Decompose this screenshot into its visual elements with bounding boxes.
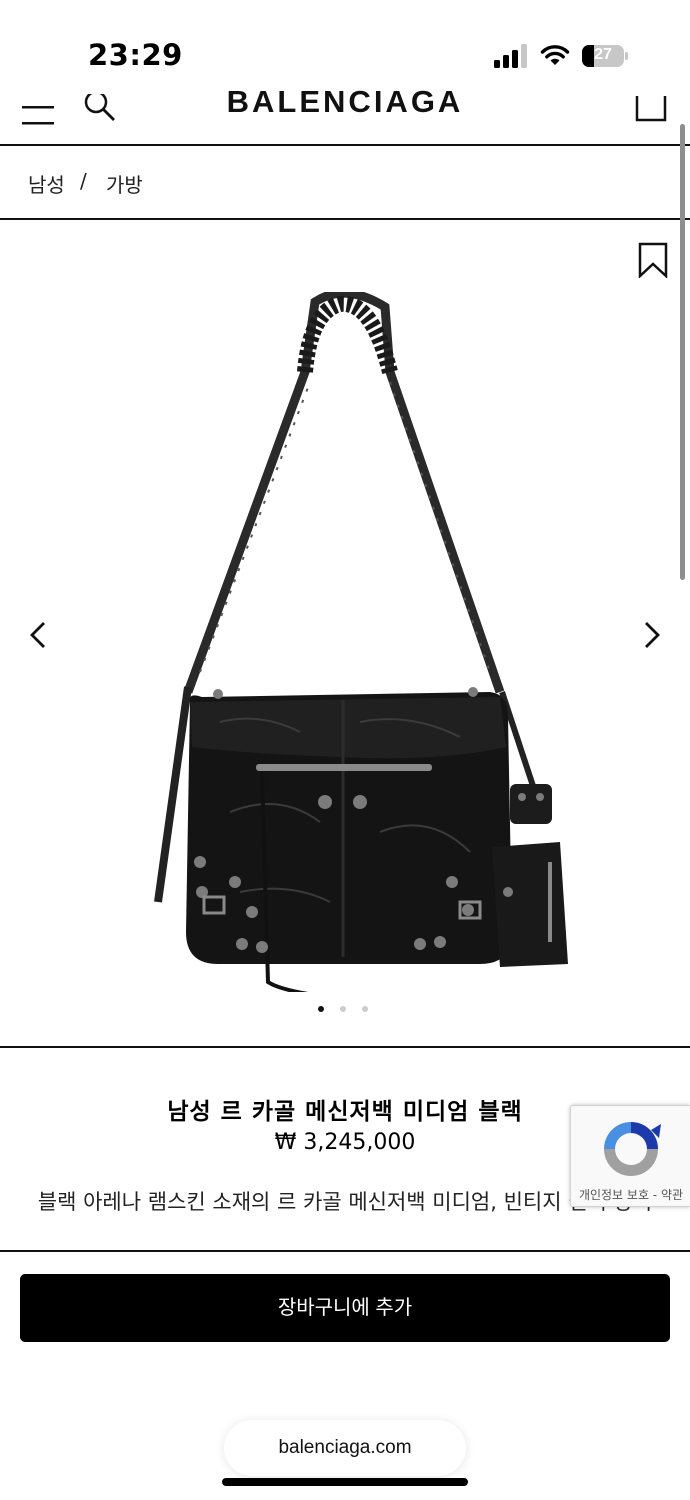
cellular-signal-icon: [494, 44, 527, 68]
battery-level: 27: [594, 46, 612, 63]
page-scrollbar[interactable]: [680, 124, 685, 580]
breadcrumb-bags[interactable]: 가방: [106, 169, 143, 198]
recaptcha-icon: [604, 1122, 661, 1176]
breadcrumb: 남성 / 가방: [0, 146, 690, 220]
browser-url-bar[interactable]: balenciaga.com: [224, 1420, 466, 1476]
next-image-arrow-icon[interactable]: [640, 620, 662, 650]
battery-icon: 27: [582, 45, 628, 67]
pagination-dot-1[interactable]: [318, 1006, 324, 1012]
previous-image-arrow-icon[interactable]: [28, 620, 50, 650]
product-image: [154, 292, 568, 992]
product-description: 블랙 아레나 램스킨 소재의 르 카골 메신저백 미디엄, 빈티지 실버 장식: [37, 1190, 653, 1214]
product-gallery[interactable]: [0, 222, 690, 1048]
brand-logo[interactable]: BALENCIAGA: [0, 90, 690, 120]
breadcrumb-men[interactable]: 남성: [28, 169, 65, 198]
image-pagination: [318, 1006, 378, 1016]
site-header: BALENCIAGA: [0, 90, 690, 146]
bookmark-icon[interactable]: [638, 242, 668, 278]
home-indicator[interactable]: [222, 1478, 468, 1486]
pagination-dot-3[interactable]: [362, 1006, 368, 1012]
wifi-icon: [540, 45, 570, 65]
recaptcha-badge[interactable]: 개인정보 보호 - 약관: [570, 1105, 690, 1207]
pagination-dot-2[interactable]: [340, 1006, 346, 1012]
recaptcha-privacy-terms[interactable]: 개인정보 보호 - 약관: [571, 1186, 690, 1203]
add-to-cart-button[interactable]: 장바구니에 추가: [20, 1274, 670, 1342]
breadcrumb-separator: /: [80, 169, 87, 193]
status-time: 23:29: [88, 38, 183, 72]
shopping-bag-icon[interactable]: [634, 90, 668, 124]
status-bar: 23:29 27: [0, 0, 690, 90]
